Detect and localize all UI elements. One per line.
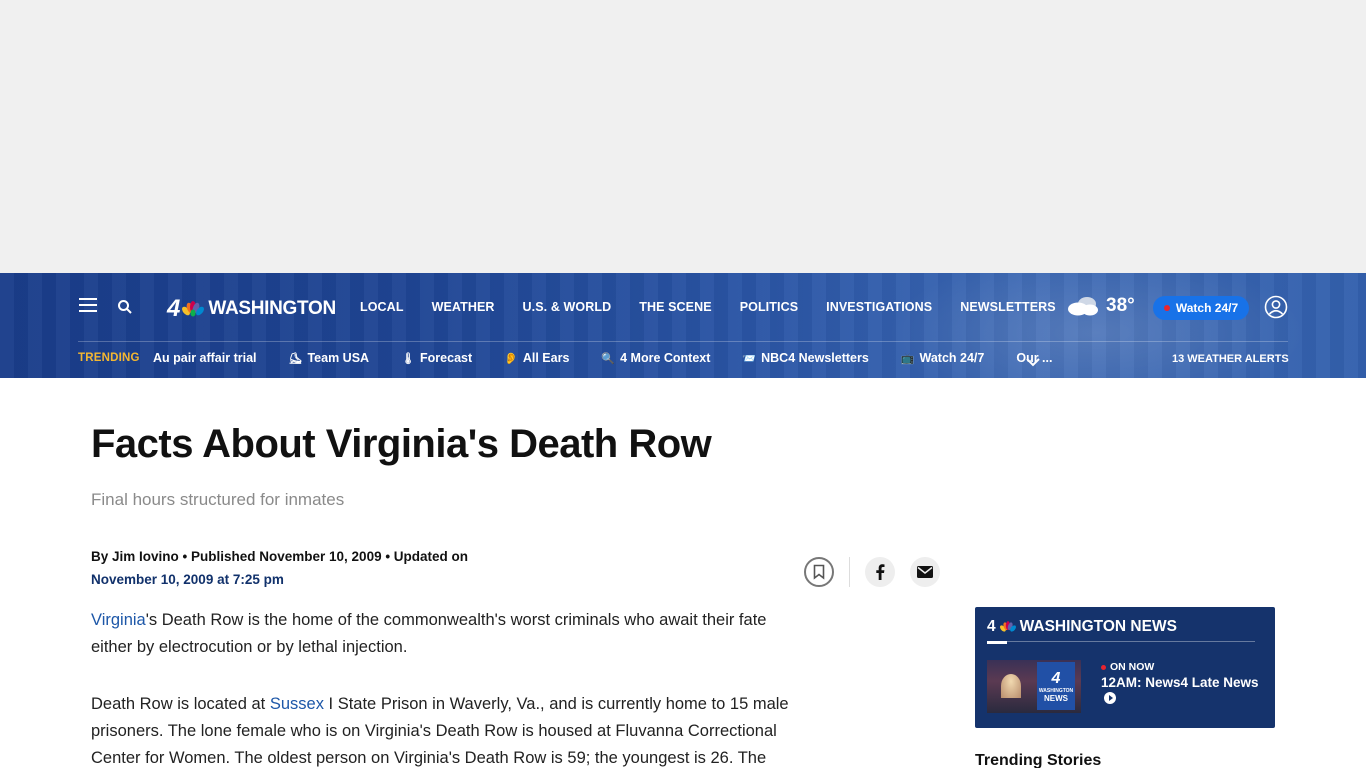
logo-text: WASHINGTON (208, 298, 336, 319)
email-icon[interactable] (910, 557, 940, 587)
trending-bar: TRENDING Au pair affair trial ⛸ Team USA … (0, 342, 1366, 378)
thumbnail-logo-number: 4 (1051, 669, 1061, 687)
thumbnail-logo-bottom: NEWS (1044, 693, 1068, 703)
trending-item-label: Forecast (420, 351, 473, 365)
chevron-down-icon[interactable] (1025, 354, 1041, 372)
hamburger-icon[interactable] (79, 298, 97, 312)
bookmark-icon[interactable] (804, 557, 834, 587)
weather-widget[interactable]: 38° (1066, 295, 1135, 317)
thermometer-icon: 🌡 (401, 352, 416, 365)
nav-weather[interactable]: WEATHER (432, 300, 495, 314)
card-title-text: WASHINGTON NEWS (1019, 618, 1177, 635)
on-now-badge: ON NOW (1101, 661, 1154, 673)
nav-investigations[interactable]: INVESTIGATIONS (826, 300, 932, 314)
envelope-icon: 📨 (742, 352, 757, 365)
trending-item-watch[interactable]: 📺 Watch 24/7 (901, 351, 985, 365)
weather-temp: 38° (1106, 295, 1135, 316)
nav-politics[interactable]: POLITICS (740, 300, 798, 314)
article-paragraph: Death Row is located at Sussex I State P… (91, 691, 811, 768)
news-live-card: 4 WASHINGTON NEWS 4 WASHINGTON NEWS ON N… (975, 607, 1275, 728)
trending-item-label: All Ears (522, 351, 570, 365)
trending-item-label: NBC4 Newsletters (761, 351, 869, 365)
trending-item-label: Au pair affair trial (153, 351, 257, 365)
trending-item-all-ears[interactable]: 👂 All Ears (504, 351, 569, 365)
article-paragraph: Virginia's Death Row is the home of the … (91, 607, 811, 661)
watch-live-button[interactable]: Watch 24/7 (1153, 296, 1249, 320)
article-header: Facts About Virginia's Death Row Final h… (91, 420, 811, 587)
watch-label: Watch 24/7 (1175, 301, 1239, 315)
virginia-link[interactable]: Virginia (91, 611, 146, 629)
article-body: Virginia's Death Row is the home of the … (91, 607, 811, 768)
main-nav: LOCAL WEATHER U.S. & WORLD THE SCENE POL… (360, 300, 1056, 314)
nav-the-scene[interactable]: THE SCENE (639, 300, 711, 314)
byline-line-2: November 10, 2009 at 7:25 pm (91, 572, 284, 587)
nav-newsletters[interactable]: NEWSLETTERS (960, 300, 1056, 314)
logo-number: 4 (167, 295, 181, 322)
trending-item-team-usa[interactable]: ⛸ Team USA (289, 351, 370, 365)
search-icon[interactable] (117, 299, 133, 315)
tv-icon: 📺 (900, 352, 915, 365)
peacock-icon (182, 301, 205, 317)
ear-icon: 👂 (504, 352, 518, 365)
card-divider-accent (987, 641, 1007, 644)
trending-stories-heading: Trending Stories (975, 752, 1102, 768)
trending-label: TRENDING (78, 352, 140, 364)
show-title: 12AM: News4 Late News (1101, 675, 1259, 690)
peacock-icon (999, 621, 1016, 632)
trending-item-more-context[interactable]: 🔍 4 More Context (601, 351, 710, 365)
top-bar: 4 WASHINGTON LOCAL WEATHER U.S. & WORLD … (0, 273, 1366, 341)
trending-item-au-pair[interactable]: Au pair affair trial (153, 351, 257, 365)
user-icon[interactable] (1264, 295, 1288, 319)
site-header: 4 WASHINGTON LOCAL WEATHER U.S. & WORLD … (0, 273, 1366, 378)
sussex-link[interactable]: Sussex (270, 695, 324, 713)
trending-item-label: 4 More Context (620, 351, 711, 365)
show-link[interactable]: 12AM: News4 Late News (1101, 676, 1261, 705)
card-divider (987, 641, 1255, 642)
trending-item-forecast[interactable]: 🌡 Forecast (401, 351, 472, 365)
live-dot-icon (1163, 305, 1170, 311)
tools-divider (849, 557, 850, 587)
trending-item-label: Team USA (307, 351, 370, 365)
card-title: 4 WASHINGTON NEWS (987, 618, 1177, 636)
ad-space (0, 0, 1366, 273)
card-logo-number: 4 (987, 618, 996, 635)
trending-item-newsletters[interactable]: 📨 NBC4 Newsletters (742, 351, 868, 365)
trending-items: Au pair affair trial ⛸ Team USA 🌡 Forecast… (153, 351, 1052, 365)
byline: By Jim Iovino • Published November 10, 2… (91, 545, 511, 591)
article-subtitle: Final hours structured for inmates (91, 490, 345, 509)
skate-icon: ⛸ (288, 352, 303, 365)
play-icon (1104, 692, 1116, 704)
live-dot-icon (1101, 664, 1106, 670)
article-title: Facts About Virginia's Death Row (91, 422, 712, 466)
nav-us-world[interactable]: U.S. & WORLD (523, 300, 612, 314)
nav-local[interactable]: LOCAL (360, 300, 404, 314)
live-thumbnail[interactable]: 4 WASHINGTON NEWS (987, 660, 1081, 713)
logo[interactable]: 4 WASHINGTON (167, 294, 336, 324)
byline-line-1: By Jim Iovino • Published November 10, 2… (91, 549, 469, 564)
paragraph-text: 's Death Row is the home of the commonwe… (91, 611, 767, 656)
capitol-image (1001, 674, 1021, 698)
weather-alerts-link[interactable]: 13 WEATHER ALERTS (1172, 353, 1289, 365)
trending-item-label: Watch 24/7 (919, 351, 985, 365)
thumbnail-logo: 4 WASHINGTON NEWS (1037, 662, 1075, 710)
facebook-icon[interactable] (865, 557, 895, 587)
on-now-label: ON NOW (1110, 661, 1155, 673)
paragraph-text: Death Row is located at (91, 695, 270, 713)
cloudy-icon (1068, 297, 1098, 316)
magnifier-icon: 🔍 (601, 352, 616, 365)
article-tools (804, 557, 955, 587)
